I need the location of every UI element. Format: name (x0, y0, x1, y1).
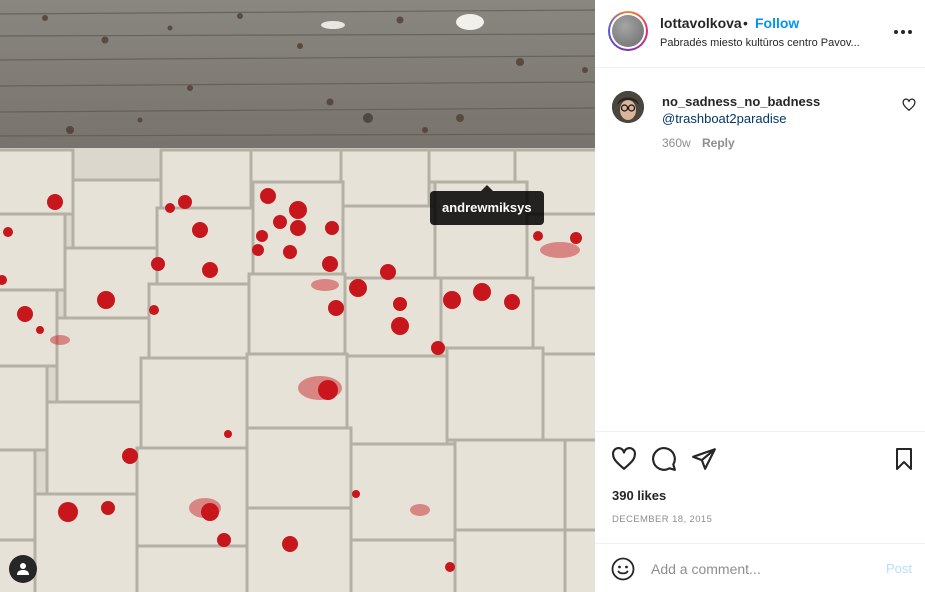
author-avatar[interactable] (608, 11, 648, 51)
likes-count[interactable]: 390 likes (612, 488, 666, 503)
user-icon[interactable] (9, 555, 37, 583)
add-comment-bar: Post (595, 543, 925, 592)
user-tag-label[interactable]: andrewmiksys (430, 185, 544, 225)
comment-icon[interactable] (650, 445, 678, 473)
author-username[interactable]: lottavolkova (660, 15, 742, 31)
comment-item: no_sadness_no_badness @trashboat2paradis… (595, 86, 925, 156)
photo-scene (0, 0, 595, 592)
separator-dot: • (743, 15, 748, 31)
post-header: lottavolkova • Follow Pabradės miesto ku… (595, 0, 925, 68)
comment-time[interactable]: 360w (662, 136, 691, 150)
post-photo[interactable]: andrewmiksys (0, 0, 595, 592)
more-options-icon[interactable] (889, 20, 917, 44)
location-link[interactable]: Pabradės miesto kultūros centro Pavov... (660, 37, 878, 49)
comment-heart-icon[interactable] (902, 98, 916, 112)
post-comment-button[interactable]: Post (886, 561, 912, 576)
comment-input[interactable] (651, 558, 871, 580)
commenter-username[interactable]: no_sadness_no_badness (662, 94, 820, 109)
heart-icon[interactable] (610, 445, 638, 473)
reply-button[interactable]: Reply (702, 136, 735, 150)
emoji-icon[interactable] (611, 557, 635, 581)
follow-button[interactable]: Follow (755, 15, 799, 31)
post-actions (595, 431, 925, 487)
commenter-avatar[interactable] (612, 91, 644, 123)
send-icon[interactable] (690, 445, 718, 473)
post-side-panel: lottavolkova • Follow Pabradės miesto ku… (595, 0, 925, 592)
post-date[interactable]: DECEMBER 18, 2015 (612, 514, 712, 525)
comment-mention-link[interactable]: @trashboat2paradise (662, 111, 787, 126)
bookmark-icon[interactable] (890, 445, 918, 473)
